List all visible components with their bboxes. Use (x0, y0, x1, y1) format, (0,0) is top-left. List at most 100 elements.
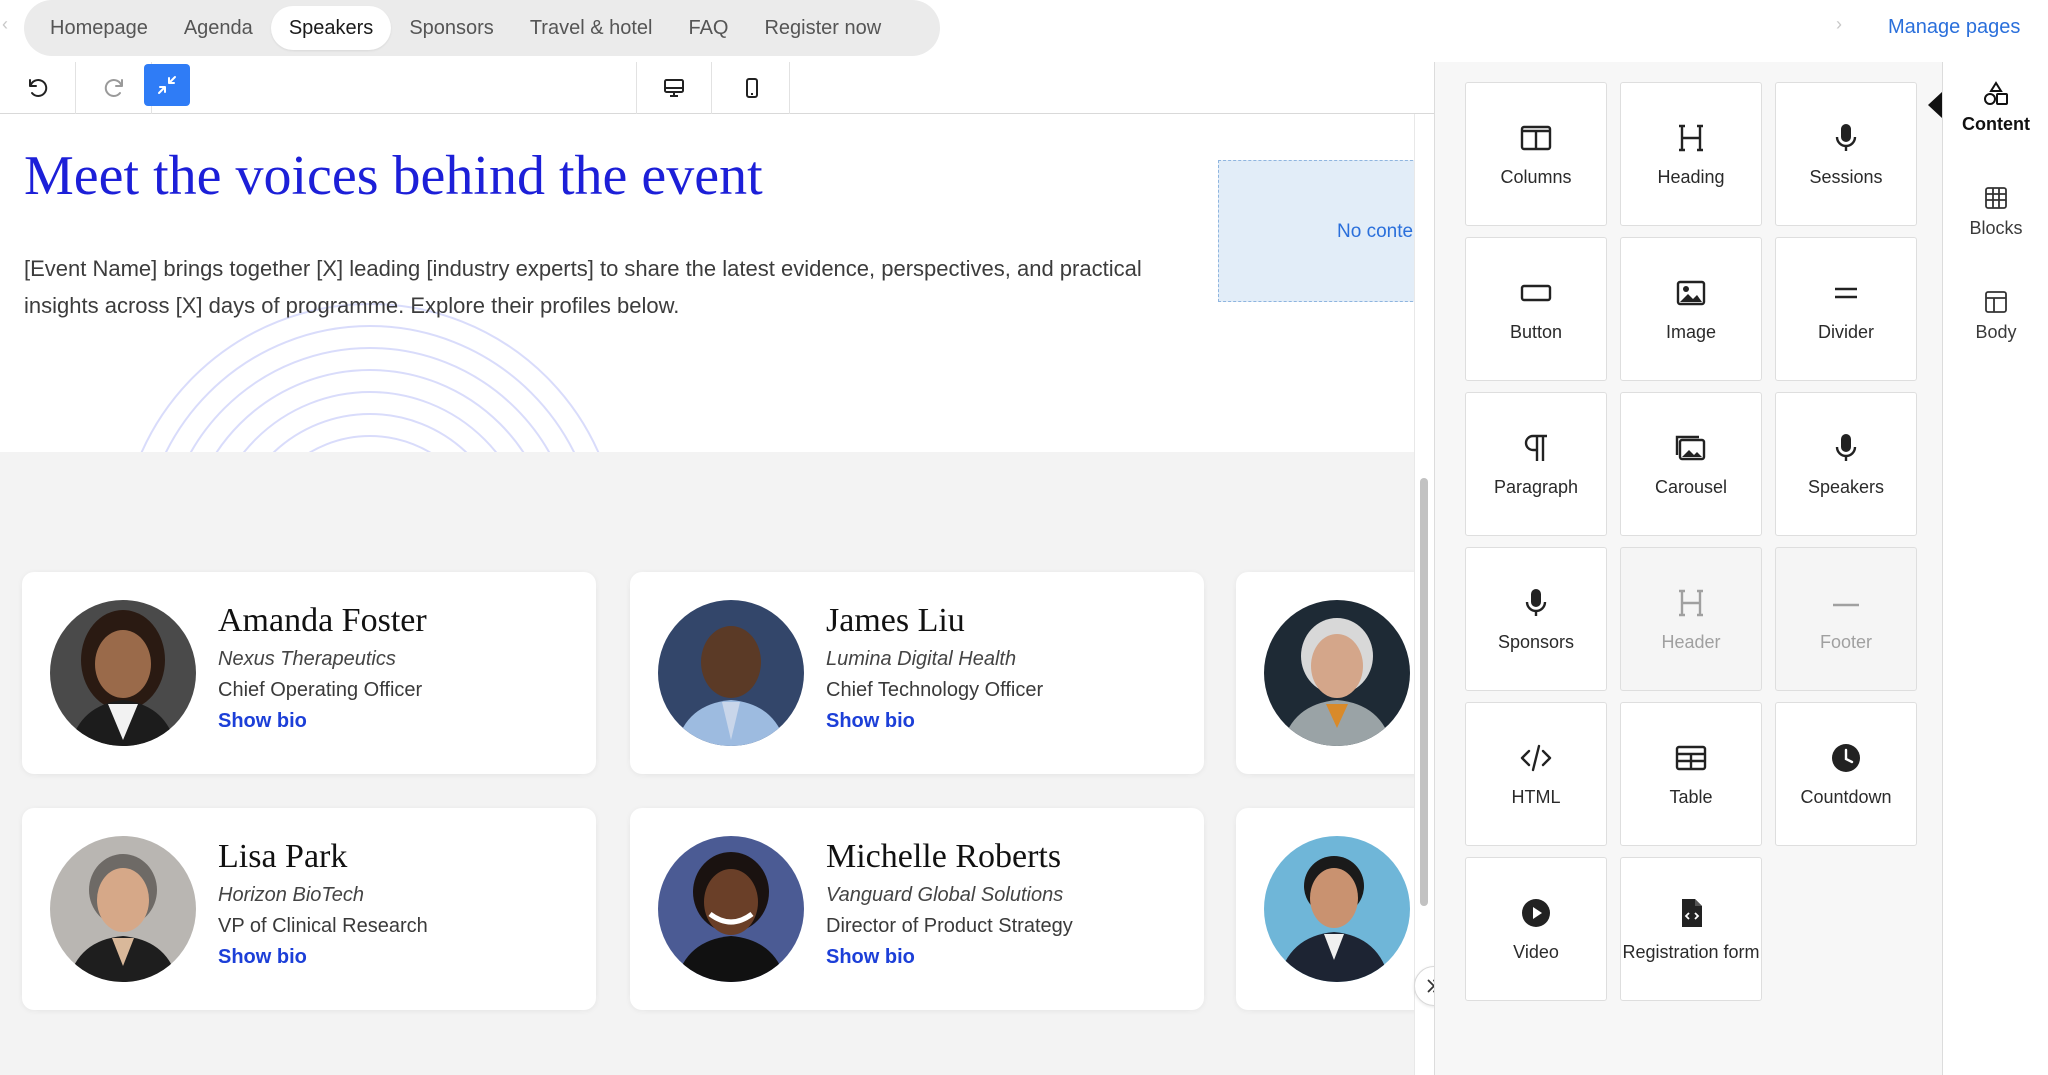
speaker-card[interactable]: James Liu Lumina Digital Health Chief Te… (630, 572, 1204, 774)
table-icon (1675, 745, 1707, 770)
speaker-name: Lisa Park (218, 838, 348, 875)
block-table[interactable]: Table (1620, 702, 1762, 846)
block-label: Button (1509, 321, 1563, 342)
microphone-icon (1835, 123, 1857, 151)
block-label: Table (1669, 786, 1713, 807)
show-bio-link[interactable]: Show bio (218, 710, 427, 733)
redo-button[interactable] (76, 62, 152, 114)
speaker-company: Horizon BioTech (218, 884, 365, 906)
block-sponsors[interactable]: Sponsors (1465, 547, 1607, 691)
avatar (658, 600, 804, 746)
block-speakers[interactable]: Speakers (1775, 392, 1917, 536)
block-countdown[interactable]: Countdown (1775, 702, 1917, 846)
speaker-card[interactable]: Amanda Foster Nexus Therapeutics Chief O… (22, 572, 596, 774)
sidenav-label: Body (1975, 321, 2017, 342)
sidenav-blocks[interactable]: Blocks (1943, 166, 2048, 256)
speaker-company: Vanguard Global Solutions (826, 884, 1064, 906)
block-registration-form[interactable]: Registration form (1620, 857, 1762, 1001)
active-tab-pointer (1928, 92, 1942, 118)
show-bio-link[interactable]: Show bio (218, 946, 428, 969)
mobile-view-button[interactable] (714, 62, 790, 114)
chevron-left-icon[interactable]: ‹ (2, 14, 8, 35)
block-paragraph[interactable]: Paragraph (1465, 392, 1607, 536)
speaker-company: Nexus Therapeutics (218, 648, 396, 670)
microphone-icon (1525, 588, 1547, 616)
heading-icon (1679, 589, 1703, 616)
show-bio-link[interactable]: Show bio (826, 710, 1043, 733)
canvas-scrollbar-thumb[interactable] (1420, 478, 1428, 906)
collapse-button[interactable] (144, 64, 190, 106)
avatar (1264, 836, 1410, 982)
block-html[interactable]: HTML (1465, 702, 1607, 846)
block-label: HTML (1511, 786, 1561, 807)
block-button[interactable]: Button (1465, 237, 1607, 381)
desktop-icon (664, 79, 684, 97)
hero-description[interactable]: [Event Name] brings together [X] leading… (24, 250, 1204, 324)
footer-icon (1833, 603, 1859, 606)
placeholder-text: No content (1337, 221, 1414, 242)
block-divider[interactable]: Divider (1775, 237, 1917, 381)
speaker-card[interactable]: Lisa Park Horizon BioTech VP of Clinical… (22, 808, 596, 1010)
shapes-icon (1984, 80, 2008, 105)
show-bio-link[interactable]: Show bio (826, 946, 1073, 969)
block-label: Footer (1819, 631, 1873, 652)
page-tabs: Homepage Agenda Speakers Sponsors Travel… (24, 0, 940, 56)
block-label: Image (1665, 321, 1717, 342)
empty-block-placeholder[interactable]: No content (1218, 160, 1414, 302)
collapse-icon (158, 76, 176, 94)
tab-speakers[interactable]: Speakers (270, 6, 392, 50)
tab-register-now[interactable]: Register now (746, 6, 899, 50)
sidenav-label: Blocks (1969, 217, 2023, 238)
mobile-icon (745, 78, 758, 98)
undo-button[interactable] (0, 62, 76, 114)
block-sessions[interactable]: Sessions (1775, 82, 1917, 226)
editor-toolbar (0, 62, 1434, 114)
divider-icon (1835, 287, 1857, 298)
redo-icon (104, 79, 123, 97)
block-carousel[interactable]: Carousel (1620, 392, 1762, 536)
block-columns[interactable]: Columns (1465, 82, 1607, 226)
block-label: Carousel (1654, 476, 1728, 497)
microphone-icon (1835, 433, 1857, 461)
speaker-card[interactable]: Michelle Roberts Vanguard Global Solutio… (630, 808, 1204, 1010)
avatar (50, 600, 196, 746)
block-label: Countdown (1800, 786, 1892, 807)
tab-homepage[interactable]: Homepage (32, 6, 166, 50)
hero-section[interactable]: Meet the voices behind the event [Event … (0, 114, 1414, 452)
tab-agenda[interactable]: Agenda (166, 6, 271, 50)
sidenav-label: Content (1962, 113, 2030, 134)
block-label: Paragraph (1493, 476, 1579, 497)
tab-travel-hotel[interactable]: Travel & hotel (512, 6, 671, 50)
editor-canvas: Meet the voices behind the event [Event … (0, 114, 1414, 1075)
carousel-icon (1675, 435, 1706, 460)
sidenav-body[interactable]: Body (1943, 270, 2048, 360)
block-label: Heading (1657, 166, 1725, 187)
block-label: Sessions (1809, 166, 1883, 187)
chevron-right-icon[interactable]: › (1836, 14, 1842, 35)
blocks-icon (1985, 186, 2007, 209)
speaker-role: Director of Product Strategy (826, 915, 1073, 937)
manage-pages-link[interactable]: Manage pages (1888, 16, 2020, 39)
tab-faq[interactable]: FAQ (670, 6, 746, 50)
block-image[interactable]: Image (1620, 237, 1762, 381)
block-label: Sponsors (1497, 631, 1575, 652)
sidenav-content[interactable]: Content (1943, 62, 2048, 152)
block-video[interactable]: Video (1465, 857, 1607, 1001)
speaker-card[interactable] (1236, 808, 1414, 1010)
block-label: Divider (1817, 321, 1874, 342)
speakers-section[interactable]: Amanda Foster Nexus Therapeutics Chief O… (0, 452, 1414, 1075)
tab-sponsors[interactable]: Sponsors (391, 6, 512, 50)
avatar (658, 836, 804, 982)
speaker-role: Chief Operating Officer (218, 679, 423, 701)
clock-icon (1832, 743, 1860, 772)
block-heading[interactable]: Heading (1620, 82, 1762, 226)
desktop-view-button[interactable] (636, 62, 712, 114)
play-icon (1522, 898, 1550, 927)
block-label: Columns (1500, 166, 1572, 187)
speaker-card[interactable] (1236, 572, 1414, 774)
editor-side-nav: Content Blocks Body (1942, 62, 2048, 1075)
block-header: Header (1620, 547, 1762, 691)
speaker-role: VP of Clinical Research (218, 915, 428, 937)
page-title[interactable]: Meet the voices behind the event (24, 144, 763, 208)
content-blocks-panel: Columns Heading Sessions Button Image Di… (1434, 62, 1942, 1075)
